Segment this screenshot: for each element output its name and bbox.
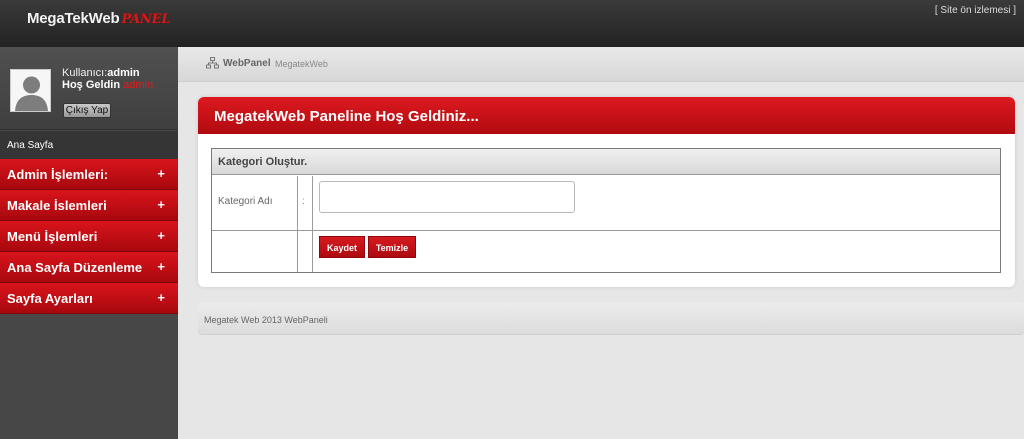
user-silhouette-icon: [11, 70, 50, 111]
sidebar-item-label: Ana Sayfa Düzenleme: [7, 260, 143, 275]
sidebar-home-link[interactable]: Ana Sayfa: [0, 131, 178, 159]
row-divider: [212, 230, 1000, 231]
sidebar-item-homepage-edit[interactable]: Ana Sayfa Düzenleme +: [0, 252, 178, 283]
footer-text: Megatek Web 2013 WebPaneli: [204, 315, 328, 325]
content-panel: MegatekWeb Paneline Hoş Geldiniz... Kate…: [198, 97, 1015, 287]
logo-accent: PANEL: [121, 12, 171, 27]
category-form: Kategori Oluştur. Kategori Adı : Kaydet …: [211, 148, 1001, 273]
save-button[interactable]: Kaydet: [319, 236, 365, 258]
welcome-line: Hoş Geldin admin: [62, 79, 153, 91]
sidebar-item-page-settings[interactable]: Sayfa Ayarları +: [0, 283, 178, 314]
sidebar-item-label: Menü İşlemleri: [7, 229, 98, 244]
sitemap-icon: [206, 57, 219, 69]
expand-plus-icon: +: [157, 166, 165, 181]
sidebar-menu: Admin İşlemleri: + Makale İslemleri + Me…: [0, 159, 178, 314]
sidebar-item-label: Admin İşlemleri:: [7, 167, 109, 182]
site-preview-link[interactable]: [ Site ön izlemesi ]: [935, 5, 1016, 16]
category-name-input[interactable]: [319, 181, 575, 213]
panel-header: MegatekWeb Paneline Hoş Geldiniz...: [198, 97, 1015, 134]
username-line: Kullanıcı:admin: [62, 67, 140, 79]
breadcrumb-current: MegatekWeb: [275, 59, 328, 69]
sidebar-item-label: Sayfa Ayarları: [7, 291, 93, 306]
welcome-name: admin: [123, 79, 154, 91]
sidebar-item-admin[interactable]: Admin İşlemleri: +: [0, 159, 178, 190]
column-divider: [312, 176, 313, 272]
expand-plus-icon: +: [157, 290, 165, 305]
username-label: Kullanıcı:: [62, 67, 108, 79]
sidebar: Kullanıcı:admin Hoş Geldin admin Çıkış Y…: [0, 47, 178, 439]
form-caption-text: Kategori Oluştur.: [218, 156, 308, 168]
footer: Megatek Web 2013 WebPaneli: [198, 302, 1024, 335]
breadcrumb-root[interactable]: WebPanel: [223, 58, 271, 69]
welcome-label: Hoş Geldin: [62, 79, 121, 91]
sidebar-item-label: Makale İslemleri: [7, 198, 107, 213]
panel-title: MegatekWeb Paneline Hoş Geldiniz...: [214, 108, 479, 125]
sidebar-item-articles[interactable]: Makale İslemleri +: [0, 190, 178, 221]
column-divider: [297, 176, 298, 272]
clear-button[interactable]: Temizle: [368, 236, 416, 258]
logo[interactable]: MegaTekWeb PANEL: [27, 10, 171, 27]
expand-plus-icon: +: [157, 228, 165, 243]
user-box: Kullanıcı:admin Hoş Geldin admin Çıkış Y…: [0, 47, 178, 130]
logo-text: MegaTekWeb: [27, 10, 120, 27]
breadcrumb: WebPanel MegatekWeb: [178, 47, 1024, 82]
sidebar-item-menus[interactable]: Menü İşlemleri +: [0, 221, 178, 252]
field-separator: :: [302, 196, 305, 207]
top-bar: MegaTekWeb PANEL [ Site ön izlemesi ]: [0, 0, 1024, 47]
form-caption: Kategori Oluştur.: [212, 149, 1000, 175]
avatar: [10, 69, 51, 112]
logout-button[interactable]: Çıkış Yap: [63, 103, 111, 118]
expand-plus-icon: +: [157, 197, 165, 212]
username-value: admin: [107, 67, 140, 79]
expand-plus-icon: +: [157, 259, 165, 274]
category-name-label: Kategori Adı: [218, 196, 273, 207]
